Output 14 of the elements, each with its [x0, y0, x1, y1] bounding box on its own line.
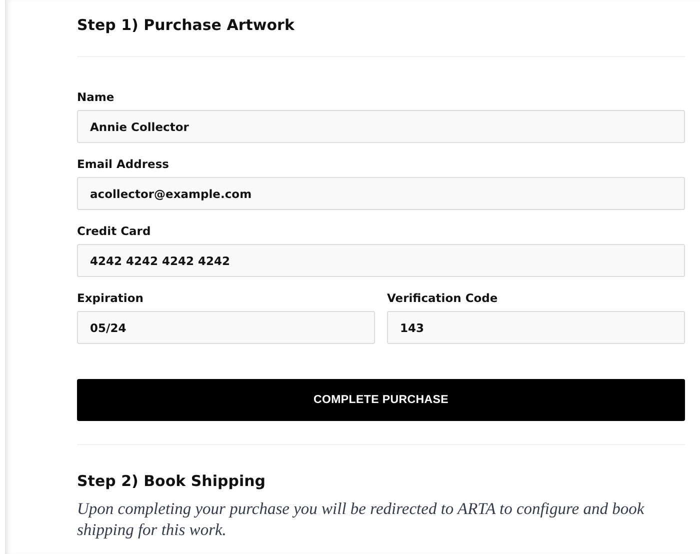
input-field[interactable]: 143: [387, 311, 685, 344]
complete-purchase-button[interactable]: COMPLETE PURCHASE: [77, 379, 685, 421]
field-label: Email Address: [77, 156, 170, 172]
input-field[interactable]: 05/24: [77, 311, 375, 344]
field-label: Expiration: [77, 290, 144, 306]
input-field[interactable]: acollector@example.com: [77, 177, 685, 210]
field-label: Verification Code: [387, 290, 499, 306]
section-title: Step 2) Book Shipping: [77, 471, 267, 492]
shipping-description: Upon completing your purchase you will be redirected to ARTA to configure and book shipping for this work.: [77, 498, 646, 540]
section-title: Step 1) Purchase Artwork: [77, 15, 296, 36]
field-label: Name: [77, 89, 116, 105]
input-field[interactable]: 4242 4242 4242 4242: [77, 244, 685, 277]
input-field[interactable]: Annie Collector: [77, 110, 685, 143]
field-label: Credit Card: [77, 223, 152, 239]
